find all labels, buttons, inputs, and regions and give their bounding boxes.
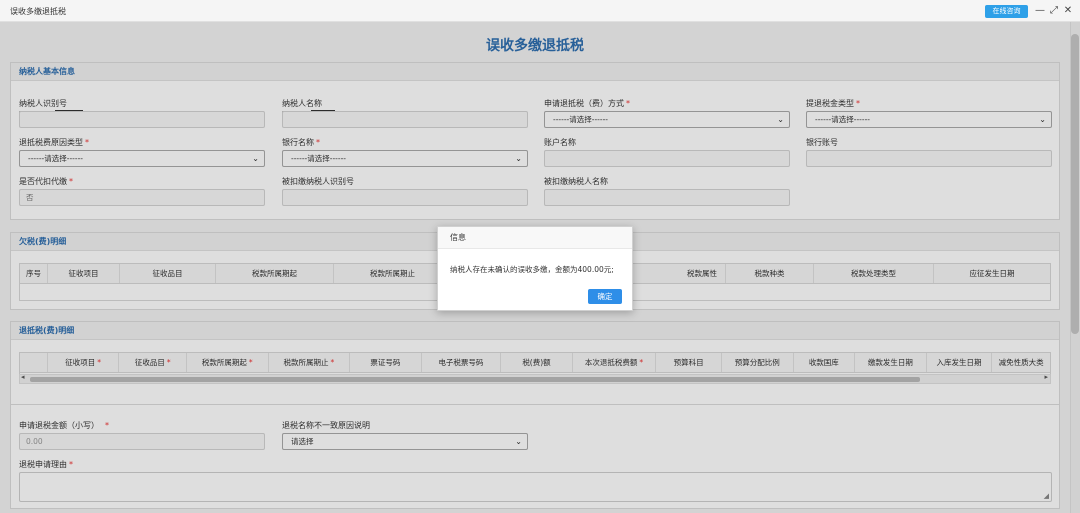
minimize-icon[interactable]: — bbox=[1034, 4, 1046, 18]
window-titlebar: 误收多缴退抵税 在线咨询 — ⤢ ✕ bbox=[0, 0, 1080, 22]
online-consult-button[interactable]: 在线咨询 bbox=[985, 5, 1028, 18]
close-icon[interactable]: ✕ bbox=[1062, 4, 1074, 18]
dialog-message: 纳税人存在未确认的误收多缴，金额为400.00元; bbox=[450, 265, 614, 274]
dialog-title: 信息 bbox=[438, 227, 632, 249]
info-dialog: 信息 纳税人存在未确认的误收多缴，金额为400.00元; 确定 bbox=[437, 226, 633, 311]
window-title: 误收多缴退抵税 bbox=[10, 7, 66, 16]
restore-icon[interactable]: ⤢ bbox=[1048, 4, 1060, 18]
dialog-ok-button[interactable]: 确定 bbox=[588, 289, 622, 304]
